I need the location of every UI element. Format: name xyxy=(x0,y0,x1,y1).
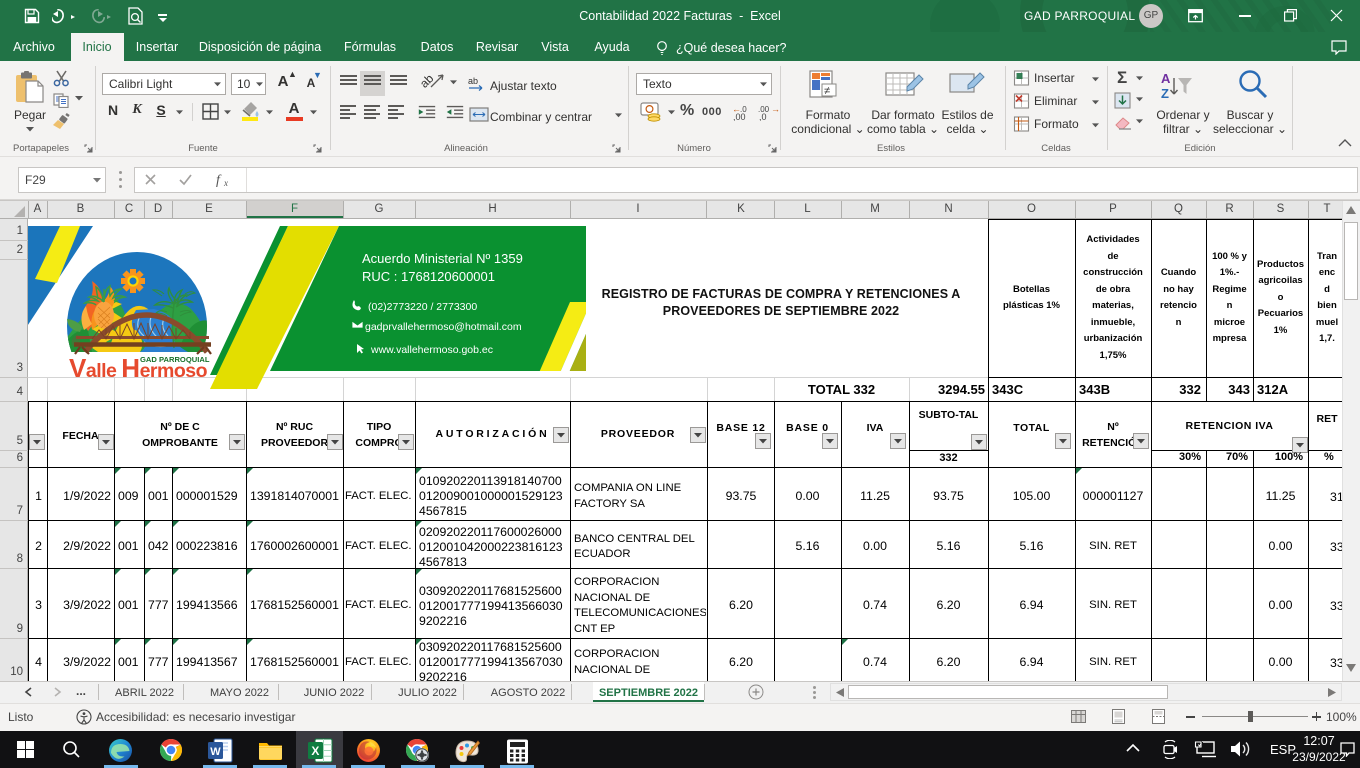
svg-text:,0: ,0 xyxy=(759,112,767,121)
svg-text:(02)2773220 / 2773300: (02)2773220 / 2773300 xyxy=(368,301,477,313)
svg-text:→: → xyxy=(771,104,780,114)
svg-text:www.vallehermoso.gob.ec: www.vallehermoso.gob.ec xyxy=(370,344,493,356)
svg-text:f: f xyxy=(216,173,222,187)
svg-text:X: X xyxy=(311,744,319,758)
svg-text:Z: Z xyxy=(1161,86,1169,101)
svg-text:A: A xyxy=(1161,71,1171,86)
svg-text:≠: ≠ xyxy=(824,85,830,97)
svg-text:W: W xyxy=(210,746,221,758)
svg-text:gadprvallehermoso@hotmail.com: gadprvallehermoso@hotmail.com xyxy=(365,321,522,333)
svg-text:ab: ab xyxy=(468,76,478,86)
svg-text:Acuerdo Ministerial Nº 1359: Acuerdo Ministerial Nº 1359 xyxy=(362,251,523,266)
svg-text:RUC : 1768120600001: RUC : 1768120600001 xyxy=(362,269,495,284)
svg-text:x: x xyxy=(223,178,228,187)
svg-text:,00: ,00 xyxy=(733,112,746,121)
